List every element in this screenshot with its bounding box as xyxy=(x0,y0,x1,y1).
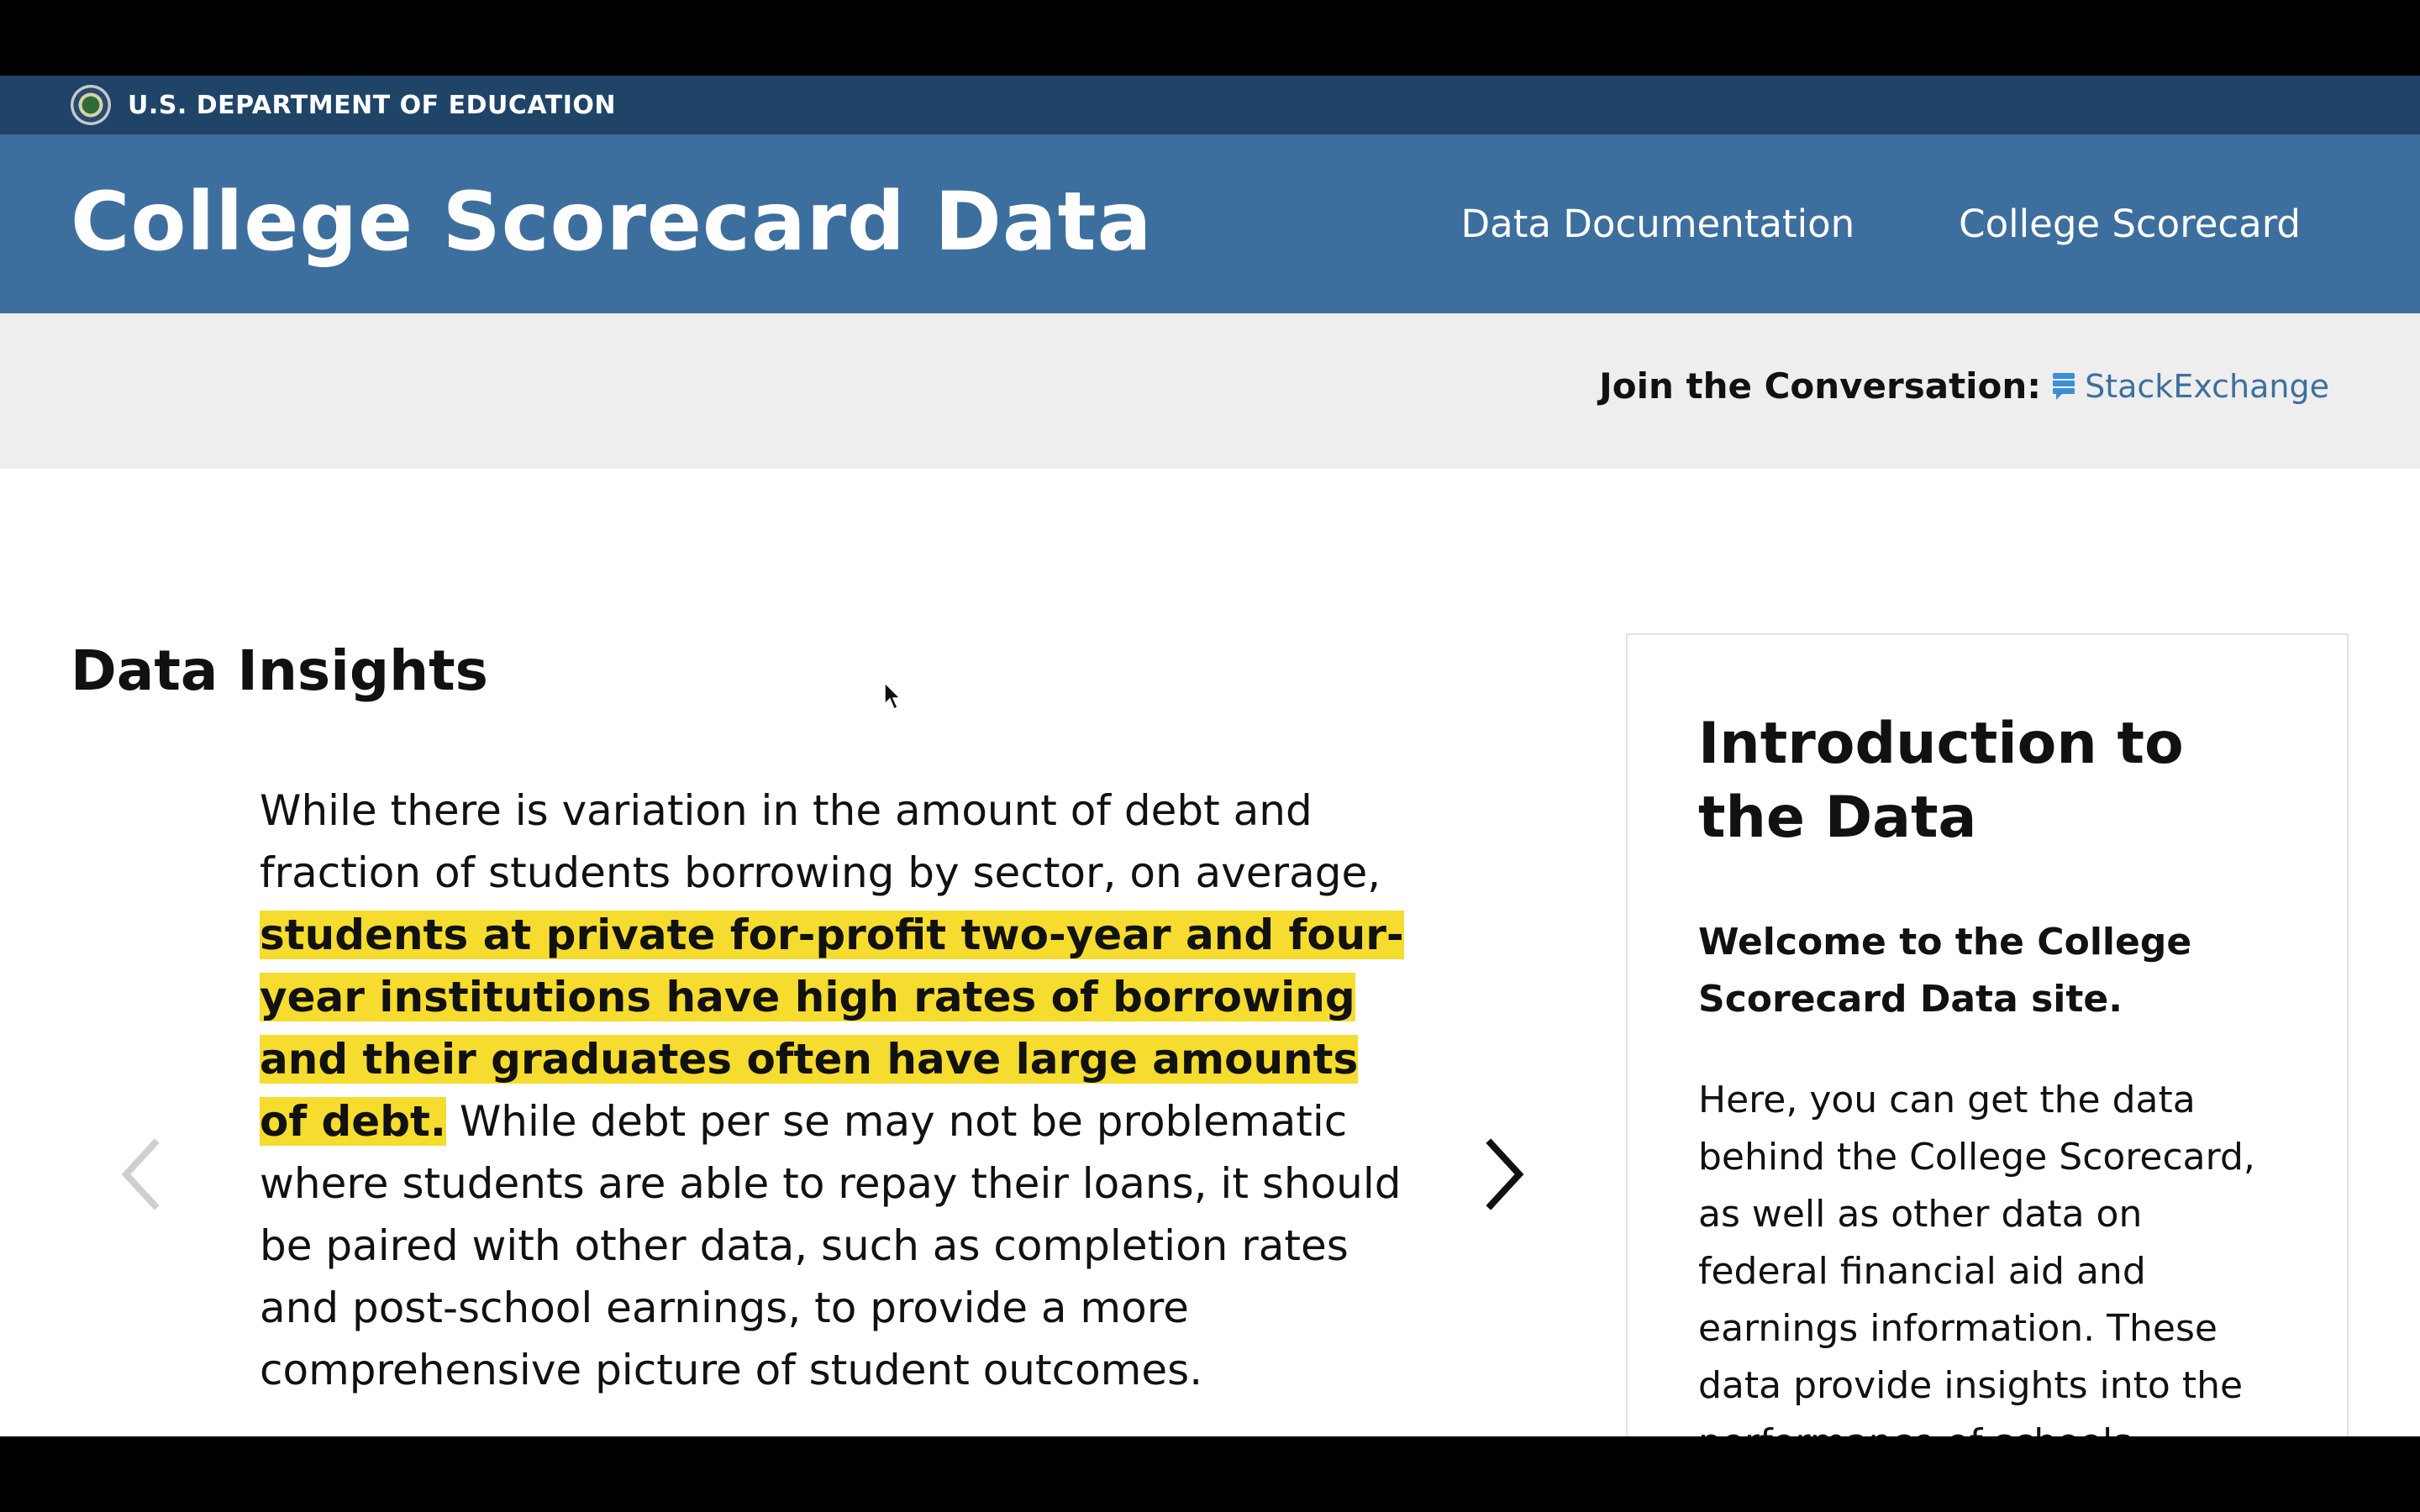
intro-title: Introduction to the Data xyxy=(1698,711,2184,851)
page: U.S. DEPARTMENT OF EDUCATION College Sco… xyxy=(0,76,2420,1436)
insight-slide-text: While there is variation in the amount o… xyxy=(260,780,1419,1401)
nav-data-documentation[interactable]: Data Documentation xyxy=(1461,202,1855,246)
intro-welcome: Welcome to the College Scorecard Data si… xyxy=(1698,921,2192,1021)
carousel-prev-button[interactable] xyxy=(108,1132,175,1216)
stackexchange-link[interactable]: StackExchange xyxy=(2085,368,2329,405)
letterbox-top xyxy=(0,0,2420,76)
carousel-next-button[interactable] xyxy=(1470,1132,1538,1216)
gov-banner: U.S. DEPARTMENT OF EDUCATION xyxy=(0,76,2420,134)
chevron-right-icon xyxy=(1486,1138,1524,1210)
site-title[interactable]: College Scorecard Data xyxy=(71,175,1152,269)
seal-icon xyxy=(71,85,111,125)
intro-card: Introduction to the Data Welcome to the … xyxy=(1626,633,2349,1436)
conversation: Join the Conversation: StackExchange xyxy=(1599,365,2329,407)
intro-body: Here, you can get the data behind the Co… xyxy=(1698,1079,2255,1436)
insights-title: Data Insights xyxy=(71,638,488,703)
insight-text-before: While there is variation in the amount o… xyxy=(260,786,1381,897)
gov-banner-label: U.S. DEPARTMENT OF EDUCATION xyxy=(128,90,616,120)
stackexchange-icon xyxy=(2053,372,2075,400)
main-nav: Data Documentation College Scorecard xyxy=(1461,202,2301,246)
chevron-left-icon xyxy=(121,1138,160,1210)
mouse-cursor-icon xyxy=(884,682,902,711)
nav-college-scorecard[interactable]: College Scorecard xyxy=(1959,202,2301,246)
conversation-bar: Join the Conversation: StackExchange xyxy=(0,313,2420,469)
site-header: College Scorecard Data Data Documentatio… xyxy=(0,134,2420,313)
conversation-label: Join the Conversation: xyxy=(1599,365,2042,407)
letterbox-bottom xyxy=(0,1436,2420,1512)
